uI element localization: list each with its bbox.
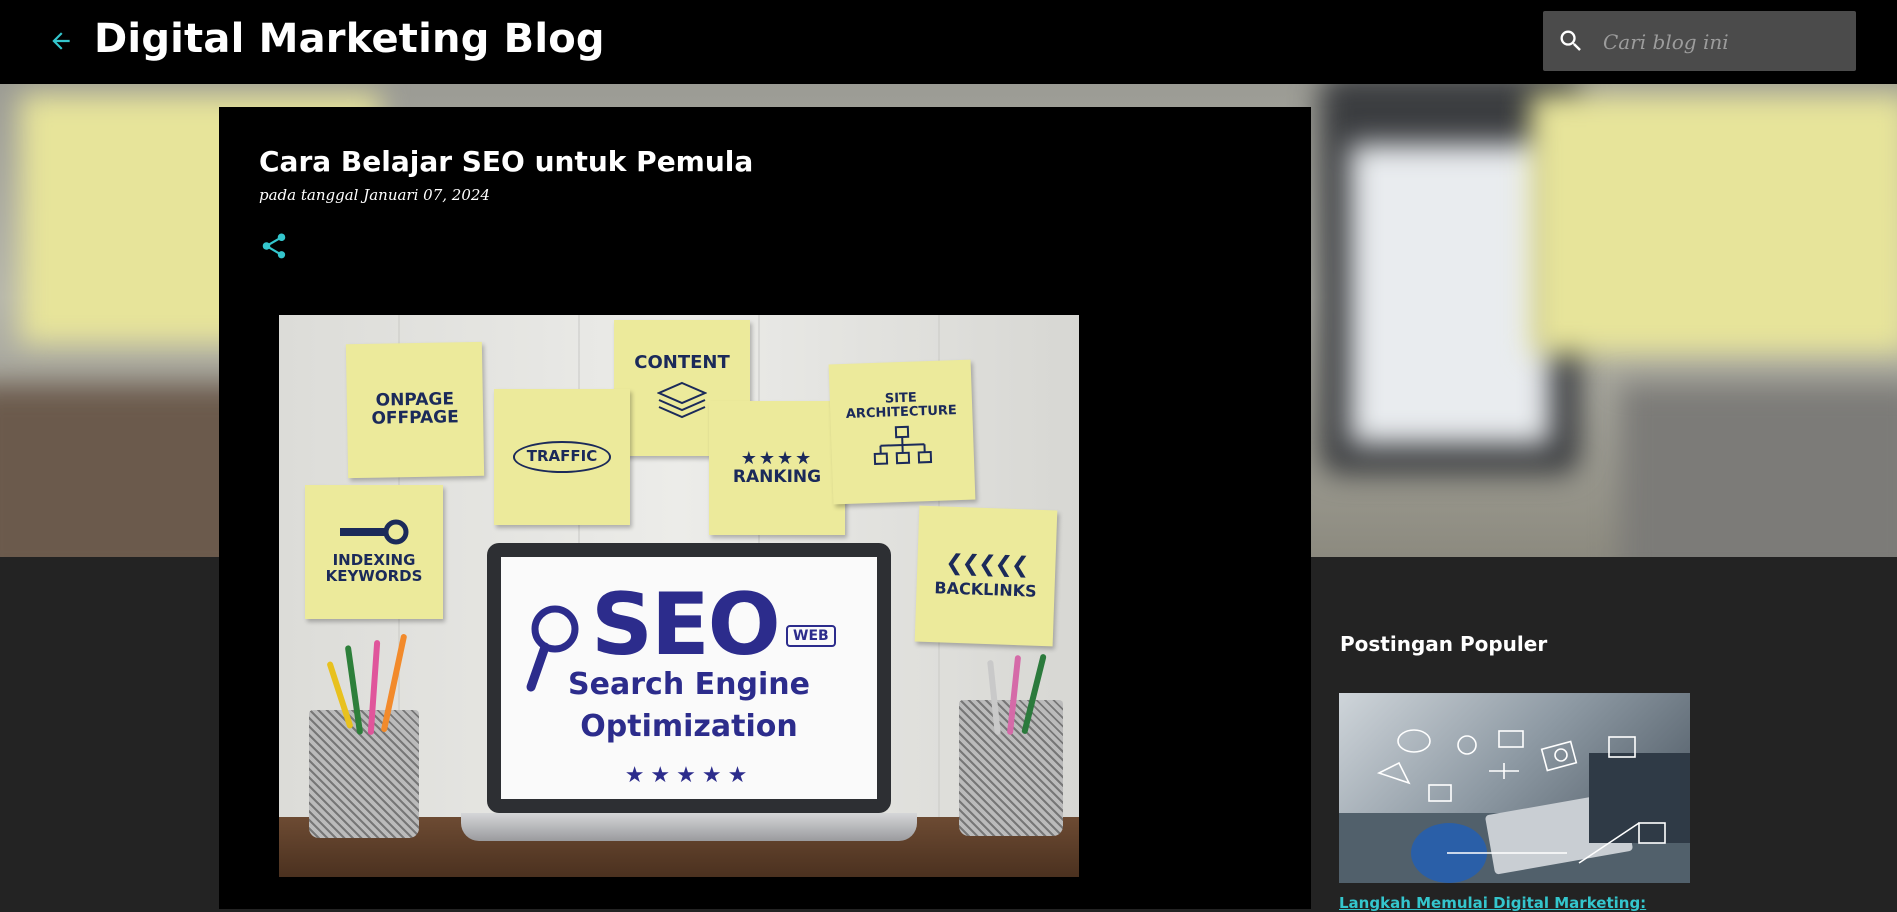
note-ranking-stars: ★★★★ xyxy=(740,447,814,469)
note-traffic: TRAFFIC xyxy=(494,389,630,525)
search-input[interactable] xyxy=(1601,11,1845,73)
key-icon xyxy=(340,519,409,545)
note-backlinks-text: BACKLINKS xyxy=(934,578,1037,601)
laptop: SEO WEB Search Engine Optimization ★★★★★ xyxy=(487,543,891,813)
popular-posts-heading: Postingan Populer xyxy=(1340,632,1548,656)
screen-search-engine-text: Search Engine xyxy=(568,667,810,702)
note-traffic-text: TRAFFIC xyxy=(512,441,612,473)
post-title: Cara Belajar SEO untuk Pemula xyxy=(259,145,754,178)
search-icon[interactable] xyxy=(1557,27,1585,55)
digital-marketing-illustration xyxy=(1339,729,1690,883)
screen-stars: ★★★★★ xyxy=(624,763,754,788)
screen-seo-text: SEO xyxy=(591,575,781,675)
note-onpage-offpage: ONPAGE OFFPAGE xyxy=(345,341,485,479)
pencil-cup-left xyxy=(309,710,419,838)
note-ranking-text: RANKING xyxy=(732,466,822,487)
note-backlinks: ❮❮❮❮❮ BACKLINKS xyxy=(914,505,1058,647)
screen-optimization-text: Optimization xyxy=(580,709,798,744)
arrow-left-icon xyxy=(52,32,70,50)
note-keywords-text: KEYWORDS xyxy=(325,567,423,585)
note-content-text: CONTENT xyxy=(634,352,730,373)
layers-icon xyxy=(657,381,707,418)
post-date[interactable]: pada tanggal Januari 07, 2024 xyxy=(259,186,490,204)
screen-web-badge: WEB xyxy=(786,625,836,647)
popular-post-title-link[interactable]: Langkah Memulai Digital Marketing: xyxy=(1339,894,1646,912)
note-backlinks-arrows: ❮❮❮❮❮ xyxy=(944,550,1028,579)
post-card: Cara Belajar SEO untuk Pemula pada tangg… xyxy=(219,107,1311,909)
post-featured-image[interactable]: ONPAGE OFFPAGE CONTENT TRAFFIC ★★★★ RANK… xyxy=(279,315,1079,877)
top-app-bar: Digital Marketing Blog xyxy=(0,0,1897,84)
laptop-keyboard-base xyxy=(461,813,917,841)
sitemap-icon xyxy=(873,426,933,466)
blog-title-link[interactable]: Digital Marketing Blog xyxy=(94,16,605,62)
note-architecture-text: ARCHITECTURE xyxy=(845,402,958,422)
share-icon[interactable] xyxy=(259,231,289,261)
note-ranking: ★★★★ RANKING xyxy=(709,401,845,535)
note-offpage-text: OFFPAGE xyxy=(371,407,459,429)
note-site-architecture: SITE ARCHITECTURE xyxy=(828,359,976,505)
back-button[interactable] xyxy=(44,24,78,58)
search-box[interactable] xyxy=(1543,11,1856,73)
popular-post-thumbnail[interactable] xyxy=(1339,693,1690,883)
note-indexing-keywords: INDEXING KEYWORDS xyxy=(305,485,443,619)
laptop-screen: SEO WEB Search Engine Optimization ★★★★★ xyxy=(501,557,877,799)
